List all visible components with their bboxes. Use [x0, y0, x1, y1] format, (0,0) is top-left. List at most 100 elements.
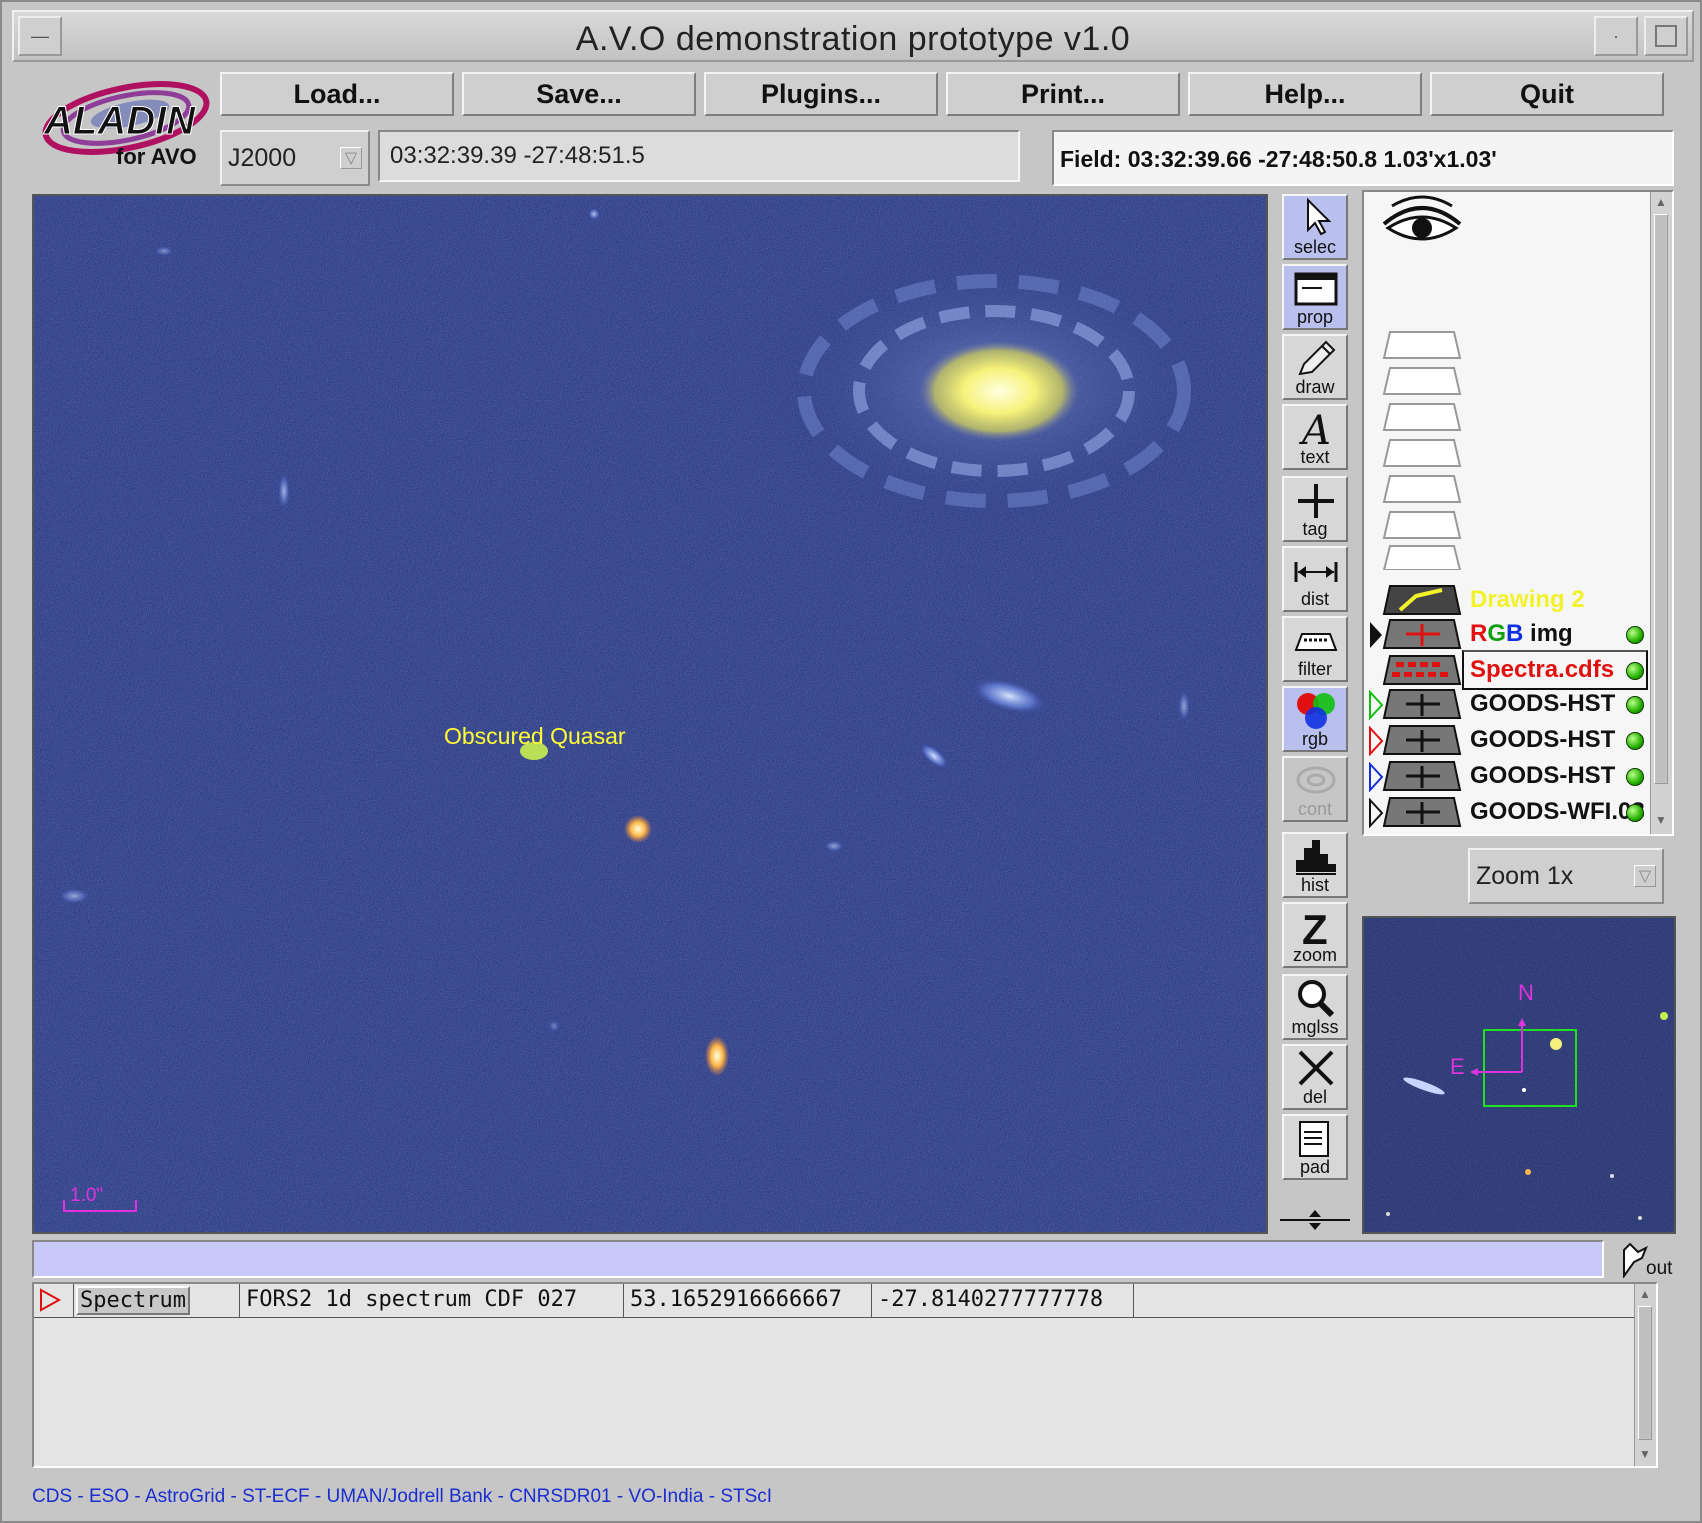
- tool-properties[interactable]: prop: [1282, 264, 1348, 330]
- image-layer-icon: [1382, 689, 1462, 719]
- tool-label: hist: [1300, 875, 1329, 895]
- svg-text:A: A: [1298, 408, 1331, 448]
- position-input[interactable]: 03:32:39.39 -27:48:51.5: [378, 130, 1020, 182]
- layer-rgb-image[interactable]: RGB img: [1364, 618, 1654, 652]
- print-button[interactable]: Print...: [946, 72, 1180, 116]
- coordinate-frame-value: J2000: [228, 143, 297, 172]
- pencil-icon: [1298, 340, 1336, 376]
- notepad-icon: [1299, 1121, 1329, 1157]
- scrollbar-thumb[interactable]: [1654, 214, 1668, 784]
- layer-spectra-catalog[interactable]: Spectra.cdfs: [1364, 650, 1654, 690]
- spectrum-button[interactable]: Spectrum: [76, 1286, 190, 1315]
- histogram-icon: [1296, 840, 1336, 875]
- distance-ruler-icon: [1294, 562, 1338, 582]
- zoom-value: Zoom 1x: [1476, 861, 1574, 890]
- pointer-out-icon: [1623, 1242, 1648, 1278]
- zoom-select[interactable]: Zoom 1x ▽: [1468, 848, 1664, 904]
- save-button[interactable]: Save...: [462, 72, 696, 116]
- tool-distance[interactable]: dist: [1282, 546, 1348, 612]
- navigator-preview[interactable]: N E: [1362, 916, 1676, 1234]
- logo-subtext: for AVO: [116, 144, 197, 169]
- layer-name-rest: img: [1523, 620, 1573, 647]
- tool-label: del: [1302, 1087, 1328, 1107]
- panel-resize-handle[interactable]: [1280, 1208, 1350, 1232]
- tool-zoom[interactable]: Z zoom: [1282, 902, 1348, 968]
- aladin-logo-icon: ALADIN for AVO: [43, 81, 210, 169]
- tool-label: mglss: [1291, 1017, 1339, 1037]
- preview-image: N E: [1364, 918, 1674, 1232]
- table-row[interactable]: Spectrum FORS2 1d spectrum CDF 027 53.16…: [34, 1284, 1654, 1318]
- maximize-icon: [1655, 25, 1677, 47]
- tool-contour[interactable]: cont: [1282, 756, 1348, 822]
- tool-label: pad: [1299, 1157, 1331, 1177]
- coordinate-frame-select[interactable]: J2000 ▽: [220, 130, 370, 186]
- contour-icon: [1296, 766, 1336, 794]
- tool-tag[interactable]: tag: [1282, 476, 1348, 542]
- north-label: N: [1518, 980, 1534, 1005]
- tool-delete[interactable]: del: [1282, 1044, 1348, 1110]
- quit-button[interactable]: Quit: [1430, 72, 1664, 116]
- sky-image-view[interactable]: Obscured Quasar 1.0": [32, 194, 1268, 1234]
- table-cell: FORS2 1d spectrum CDF 027: [240, 1284, 624, 1318]
- out-button[interactable]: out: [1614, 1234, 1678, 1282]
- delete-x-icon: [1298, 1050, 1334, 1086]
- maximize-button[interactable]: [1644, 16, 1688, 56]
- field-info: Field: 03:32:39.66 -27:48:50.8 1.03'x1.0…: [1052, 130, 1674, 186]
- tool-select[interactable]: selec: [1282, 194, 1348, 260]
- measurement-scrollbar[interactable]: ▲ ▼: [1634, 1284, 1656, 1466]
- image-layer-icon: [1382, 619, 1462, 649]
- status-dot-icon: [1626, 768, 1644, 786]
- east-label: E: [1450, 1054, 1465, 1079]
- layer-name-r: R: [1470, 620, 1488, 647]
- scroll-down-icon[interactable]: ▼: [1653, 812, 1669, 828]
- aladin-logo: ALADIN for AVO: [30, 70, 212, 180]
- layer-goods-hst-green[interactable]: GOODS-HST: [1364, 688, 1654, 722]
- properties-window-icon: [1294, 272, 1338, 306]
- chevron-down-icon: ▽: [1634, 865, 1656, 887]
- plus-tag-icon: [1298, 484, 1334, 518]
- scroll-down-icon[interactable]: ▼: [1637, 1446, 1653, 1462]
- red-triangle-icon: [40, 1288, 62, 1312]
- tool-label: filter: [1297, 659, 1332, 679]
- tool-label: text: [1300, 447, 1330, 467]
- magnifier-icon: [1298, 980, 1335, 1018]
- logo-text: ALADIN: [43, 99, 196, 143]
- layer-goods-wfi[interactable]: GOODS-WFI.08: [1364, 796, 1654, 830]
- tool-filter[interactable]: filter: [1282, 616, 1348, 682]
- tool-label: selec: [1293, 237, 1337, 257]
- zoom-z-icon: Z: [1302, 906, 1328, 946]
- measurement-table[interactable]: Spectrum FORS2 1d spectrum CDF 027 53.16…: [32, 1282, 1658, 1468]
- arrow-cursor-icon: [1307, 198, 1332, 236]
- layer-stack-scrollbar[interactable]: ▲ ▼: [1650, 192, 1672, 834]
- tool-draw[interactable]: draw: [1282, 334, 1348, 400]
- window-title: A.V.O demonstration prototype v1.0: [575, 20, 1131, 58]
- tool-histogram[interactable]: hist: [1282, 832, 1348, 898]
- out-label: out: [1646, 1258, 1673, 1279]
- load-button[interactable]: Load...: [220, 72, 454, 116]
- status-dot-icon: [1626, 626, 1644, 644]
- tool-rgb[interactable]: rgb: [1282, 686, 1348, 752]
- layer-stack[interactable]: Drawing 2 RGB img Spectra.cdfs GOODS-HST: [1362, 190, 1674, 836]
- image-layer-icon: [1382, 797, 1462, 827]
- layer-goods-hst-red[interactable]: GOODS-HST: [1364, 724, 1654, 758]
- layer-drawing[interactable]: Drawing 2: [1364, 584, 1654, 618]
- chevron-down-icon: ▽: [340, 147, 362, 169]
- spectrum-button-cell: Spectrum: [74, 1284, 240, 1318]
- scroll-up-icon[interactable]: ▲: [1637, 1286, 1653, 1302]
- tool-text[interactable]: A text: [1282, 404, 1348, 470]
- title-bar[interactable]: — A.V.O demonstration prototype v1.0 ·: [12, 10, 1694, 62]
- row-marker: [34, 1284, 74, 1318]
- layer-goods-hst-blue[interactable]: GOODS-HST: [1364, 760, 1654, 794]
- image-layer-icon: [1382, 725, 1462, 755]
- scroll-up-icon[interactable]: ▲: [1653, 194, 1669, 210]
- minimize-button[interactable]: ·: [1594, 16, 1638, 56]
- help-button[interactable]: Help...: [1188, 72, 1422, 116]
- tool-pad[interactable]: pad: [1282, 1114, 1348, 1180]
- tool-label: dist: [1300, 589, 1329, 609]
- tool-magnifier[interactable]: mglss: [1282, 974, 1348, 1040]
- plugins-button[interactable]: Plugins...: [704, 72, 938, 116]
- image-layer-icon: [1382, 761, 1462, 791]
- scrollbar-thumb[interactable]: [1638, 1306, 1652, 1440]
- status-dot-icon: [1626, 732, 1644, 750]
- empty-layer-slots: [1382, 331, 1462, 570]
